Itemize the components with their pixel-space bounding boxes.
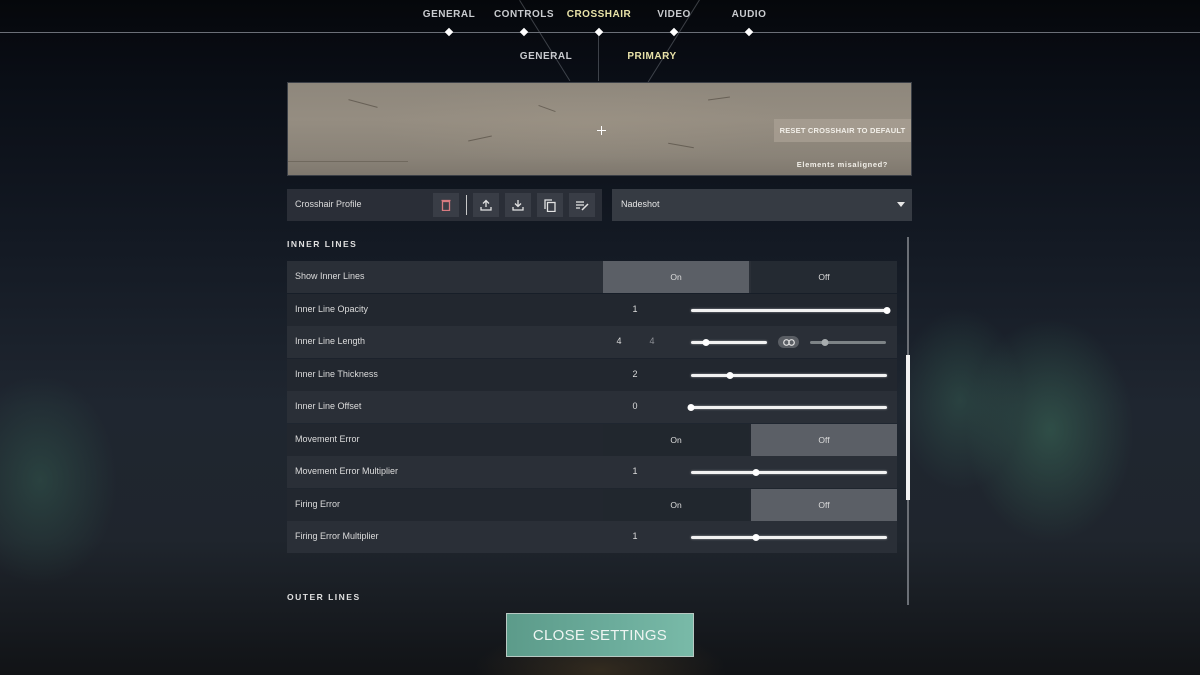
setting-row: Inner Line Thickness 2 bbox=[287, 358, 897, 391]
chevron-down-icon bbox=[897, 202, 905, 207]
export-icon bbox=[480, 199, 492, 211]
link-icon bbox=[782, 338, 795, 346]
texture-mark bbox=[468, 135, 492, 142]
setting-label: Inner Line Offset bbox=[295, 401, 362, 411]
decor-line bbox=[598, 33, 599, 81]
setting-row: Inner Line Length 4 4 bbox=[287, 326, 897, 358]
tab-marker bbox=[744, 27, 754, 37]
setting-slider[interactable] bbox=[691, 339, 767, 346]
toolbar-separator bbox=[466, 195, 467, 215]
selected-profile: Nadeshot bbox=[621, 199, 660, 209]
setting-row: Movement Error On Off bbox=[287, 423, 897, 456]
scrollbar-thumb[interactable] bbox=[906, 355, 910, 501]
rename-profile-button[interactable] bbox=[569, 193, 595, 217]
slider-knob[interactable] bbox=[821, 339, 829, 346]
texture-mark bbox=[538, 104, 556, 113]
setting-slider-secondary[interactable] bbox=[810, 339, 886, 346]
toggle-on-option[interactable]: On bbox=[603, 423, 749, 456]
import-icon bbox=[512, 200, 524, 211]
export-profile-button[interactable] bbox=[473, 193, 499, 217]
reset-crosshair-button[interactable]: RESET CROSSHAIR TO DEFAULT bbox=[774, 119, 911, 142]
setting-row: Show Inner Lines On Off bbox=[287, 261, 897, 293]
delete-icon bbox=[441, 199, 451, 211]
setting-value[interactable]: 1 bbox=[632, 304, 637, 314]
setting-label: Show Inner Lines bbox=[295, 271, 365, 281]
toggle-off-option[interactable]: Off bbox=[751, 261, 897, 293]
setting-slider[interactable] bbox=[691, 534, 887, 541]
setting-label: Inner Line Thickness bbox=[295, 368, 378, 379]
setting-label: Inner Line Opacity bbox=[295, 303, 369, 314]
setting-slider[interactable] bbox=[691, 371, 887, 379]
crosshair-profile-dropdown[interactable]: Nadeshot bbox=[612, 189, 912, 221]
setting-slider[interactable] bbox=[691, 469, 887, 476]
toggle-group: On Off bbox=[603, 488, 897, 521]
slider-knob[interactable] bbox=[726, 371, 734, 379]
slider-knob[interactable] bbox=[752, 534, 760, 541]
setting-row: Inner Line Offset 0 bbox=[287, 391, 897, 423]
setting-row: Movement Error Multiplier 1 bbox=[287, 456, 897, 488]
tab-marker bbox=[594, 27, 604, 37]
crosshair-profile-label: Crosshair Profile bbox=[295, 199, 362, 209]
toggle-off-option[interactable]: Off bbox=[751, 488, 897, 521]
setting-row: Firing Error On Off bbox=[287, 488, 897, 521]
tab-video[interactable]: VIDEO bbox=[657, 9, 691, 20]
slider-knob[interactable] bbox=[687, 404, 695, 411]
copy-profile-button[interactable] bbox=[537, 193, 563, 217]
subtab-general[interactable]: GENERAL bbox=[520, 51, 572, 62]
toggle-group: On Off bbox=[603, 423, 897, 456]
subtab-primary[interactable]: PRIMARY bbox=[627, 51, 676, 62]
setting-label: Firing Error Multiplier bbox=[295, 531, 379, 541]
tab-marker bbox=[444, 27, 454, 37]
slider-knob[interactable] bbox=[883, 306, 891, 314]
setting-value[interactable]: 0 bbox=[632, 401, 637, 411]
section-title-outer-lines: OUTER LINES bbox=[287, 592, 361, 602]
texture-mark bbox=[668, 142, 694, 149]
texture-mark bbox=[708, 96, 730, 101]
crosshair-profile-row: Crosshair Profile bbox=[287, 189, 602, 221]
tab-audio[interactable]: AUDIO bbox=[732, 9, 767, 20]
delete-profile-button[interactable] bbox=[433, 193, 459, 217]
link-values-button[interactable] bbox=[778, 336, 799, 348]
setting-label: Movement Error Multiplier bbox=[295, 466, 399, 476]
close-settings-button[interactable]: CLOSE SETTINGS bbox=[506, 613, 694, 657]
tab-marker bbox=[519, 27, 529, 37]
setting-value[interactable]: 4 bbox=[616, 336, 621, 346]
section-title-inner-lines: INNER LINES bbox=[287, 239, 358, 249]
texture-mark bbox=[288, 161, 408, 162]
crosshair-preview: RESET CROSSHAIR TO DEFAULT Elements misa… bbox=[287, 82, 912, 176]
slider-knob[interactable] bbox=[702, 339, 710, 346]
setting-value-secondary[interactable]: 4 bbox=[649, 336, 654, 346]
toggle-on-option[interactable]: On bbox=[603, 488, 749, 521]
setting-label: Inner Line Length bbox=[295, 336, 366, 346]
rename-icon bbox=[575, 200, 589, 211]
setting-label: Firing Error bbox=[295, 498, 341, 509]
tab-general[interactable]: GENERAL bbox=[423, 9, 475, 20]
setting-value[interactable]: 2 bbox=[632, 369, 637, 379]
setting-slider[interactable] bbox=[687, 404, 887, 411]
setting-slider[interactable] bbox=[691, 306, 891, 314]
setting-value[interactable]: 1 bbox=[632, 531, 637, 541]
toggle-off-option[interactable]: Off bbox=[751, 423, 897, 456]
crosshair-icon bbox=[597, 126, 606, 135]
slider-knob[interactable] bbox=[752, 469, 760, 476]
copy-icon bbox=[544, 198, 556, 212]
import-profile-button[interactable] bbox=[505, 193, 531, 217]
setting-row: Inner Line Opacity 1 bbox=[287, 293, 897, 326]
texture-mark bbox=[348, 99, 378, 108]
elements-misaligned-link[interactable]: Elements misaligned? bbox=[797, 160, 888, 169]
setting-row: Firing Error Multiplier 1 bbox=[287, 521, 897, 553]
tab-controls[interactable]: CONTROLS bbox=[494, 9, 554, 20]
tab-crosshair[interactable]: CROSSHAIR bbox=[567, 9, 632, 20]
toggle-on-option[interactable]: On bbox=[603, 261, 749, 293]
toggle-group: On Off bbox=[603, 261, 897, 293]
setting-value[interactable]: 1 bbox=[632, 466, 637, 476]
setting-label: Movement Error bbox=[295, 433, 360, 444]
